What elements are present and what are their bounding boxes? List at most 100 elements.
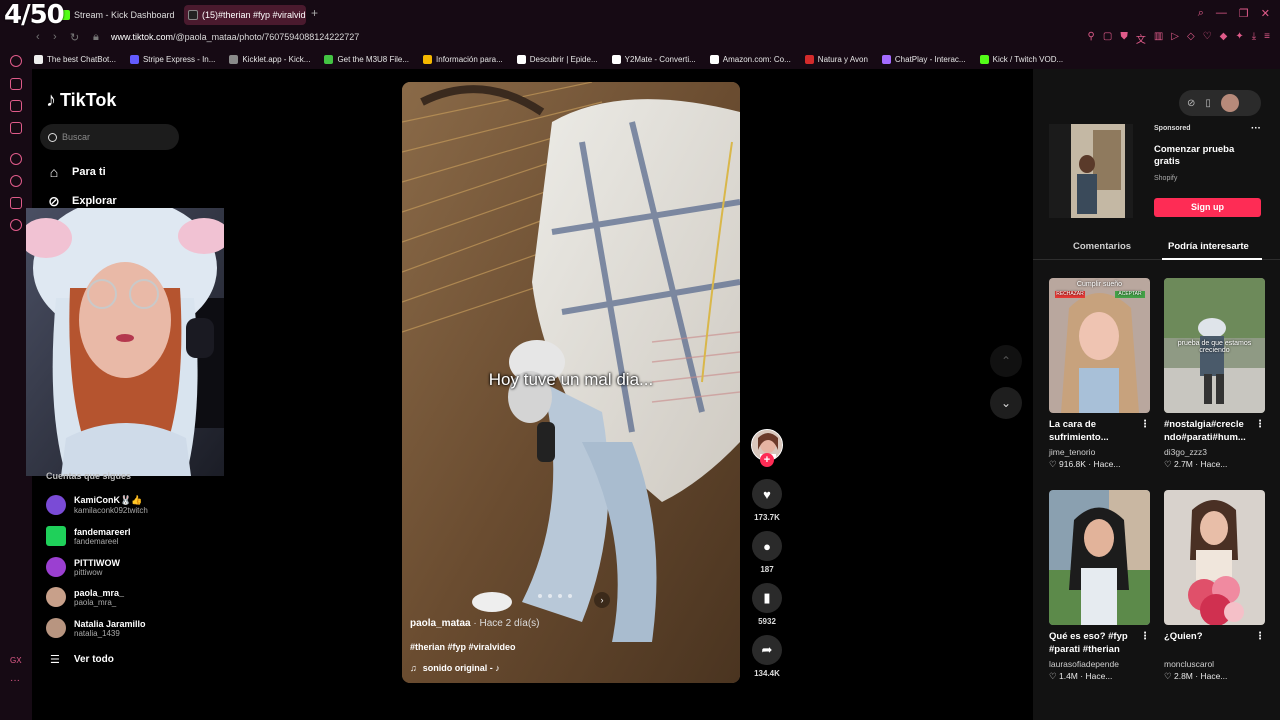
following-item[interactable]: paola_mra_ paola_mra_: [46, 587, 124, 607]
card-thumbnail[interactable]: Cumplir sueño RECHAZAR ACEPTAR: [1049, 278, 1150, 413]
bookmark-favicon-icon: [709, 54, 719, 64]
following-item[interactable]: PITTIWOW pittiwow: [46, 557, 120, 577]
sidebar-history-icon[interactable]: [10, 175, 22, 187]
menu-icon[interactable]: ≡: [1264, 31, 1270, 46]
card-thumbnail[interactable]: prueba de que estamos creciendo: [1164, 278, 1265, 413]
reload-icon[interactable]: ↻: [70, 31, 79, 44]
url-field[interactable]: www.tiktok.com/@paola_mataa/photo/760759…: [111, 32, 359, 42]
bookmark-item[interactable]: Kick / Twitch VOD...: [979, 54, 1063, 64]
recommended-video-card[interactable]: Cumplir sueño RECHAZAR ACEPTAR La cara d…: [1049, 278, 1150, 470]
video-player[interactable]: Hoy tuve un mal dia... › paola_mataa · H…: [402, 82, 740, 683]
save-icon[interactable]: ▥: [1154, 31, 1163, 46]
recommended-video-card[interactable]: ¿Quien? ⋮ moncluscarol ♡ 2.8M · Hace...: [1164, 490, 1265, 682]
forward-icon[interactable]: ›: [53, 31, 57, 43]
webcam-overlay: [26, 208, 224, 476]
video-hashtags[interactable]: #therian #fyp #viralvideo: [410, 642, 516, 652]
card-more-icon[interactable]: ⋮: [1140, 419, 1150, 430]
tab-tiktok[interactable]: (15)#therian #fyp #viralvid: [184, 5, 306, 25]
tiktok-logo[interactable]: ♪ TikTok: [46, 89, 116, 112]
see-all-button[interactable]: ☰ Ver todo: [50, 653, 114, 666]
bookmark-item[interactable]: Descubrir | Epide...: [516, 54, 598, 64]
bookmark-item[interactable]: Información para...: [423, 54, 503, 64]
minimize-icon[interactable]: —: [1216, 7, 1227, 20]
bookmark-favicon-icon: [423, 54, 433, 64]
snapshot-icon[interactable]: ▢: [1103, 31, 1112, 46]
card-thumbnail[interactable]: [1049, 490, 1150, 625]
shield-icon[interactable]: ⛊: [1120, 31, 1128, 46]
new-tab-button[interactable]: +: [311, 6, 318, 20]
compass-icon[interactable]: ⊘: [1187, 98, 1195, 109]
like-button[interactable]: ♥: [752, 479, 782, 509]
heart-icon[interactable]: ♡: [1203, 31, 1212, 46]
share-button[interactable]: ➦: [752, 635, 782, 665]
stream-counter-overlay: 4/50: [4, 0, 65, 30]
recommended-video-card[interactable]: Qué es eso? #fyp #parati #therian ⋮ laur…: [1049, 490, 1150, 682]
carousel-next-button[interactable]: ›: [594, 592, 610, 608]
following-item[interactable]: Natalia Jaramillo natalia_1439: [46, 618, 146, 638]
sidebar-player-icon[interactable]: [10, 153, 22, 165]
ad-more-icon[interactable]: ···: [1251, 123, 1261, 134]
card-author[interactable]: moncluscarol: [1164, 659, 1265, 669]
profile-avatar[interactable]: [1220, 94, 1239, 112]
card-author[interactable]: di3go_zzz3: [1164, 447, 1265, 457]
nav-para-ti[interactable]: ⌂ Para ti: [46, 164, 106, 180]
following-item[interactable]: KamiConK🐰👍 kamilaconk092twitch: [46, 495, 148, 515]
search-input[interactable]: Buscar: [40, 124, 179, 150]
sidebar-extensions-icon[interactable]: [10, 197, 22, 209]
ad-signup-button[interactable]: Sign up: [1154, 198, 1261, 217]
nav-explorar[interactable]: ⊘ Explorar: [46, 193, 117, 209]
bookmark-icon[interactable]: ◇: [1187, 31, 1195, 46]
card-author[interactable]: laurasofiadepende: [1049, 659, 1150, 669]
sidebar-messenger-icon[interactable]: [10, 122, 22, 134]
bookmark-item[interactable]: Stripe Express - In...: [129, 54, 215, 64]
close-icon[interactable]: ✕: [1261, 7, 1270, 20]
download-icon[interactable]: ⤓: [1252, 31, 1256, 46]
tab-maybe-interested[interactable]: Podría interesarte: [1168, 241, 1249, 252]
extension-icon[interactable]: ◆: [1220, 31, 1228, 46]
search-tabs-icon[interactable]: ⌕: [1198, 7, 1204, 20]
card-author[interactable]: jime_tenorio: [1049, 447, 1150, 457]
device-icon[interactable]: ▯: [1205, 98, 1211, 109]
author-name[interactable]: paola_mataa: [410, 618, 471, 629]
pin-icon[interactable]: ⚲: [1088, 31, 1095, 46]
bookmark-item[interactable]: The best ChatBot...: [34, 54, 116, 64]
previous-video-button[interactable]: ⌃: [990, 345, 1022, 377]
sidebar-settings-icon[interactable]: [10, 219, 22, 231]
card-thumbnail[interactable]: [1164, 490, 1265, 625]
sidebar-music-icon[interactable]: [10, 100, 22, 112]
follow-plus-button[interactable]: +: [760, 453, 774, 467]
tab-kick-dashboard[interactable]: Stream - Kick Dashboard: [56, 5, 180, 25]
translate-icon[interactable]: 文: [1136, 31, 1146, 46]
tab-comments[interactable]: Comentarios: [1073, 241, 1131, 252]
bookmark-item[interactable]: Get the M3U8 File...: [324, 54, 409, 64]
bookmark-item[interactable]: Y2Mate - Converti...: [611, 54, 696, 64]
carousel-dots[interactable]: [538, 594, 572, 598]
search-icon: [48, 132, 57, 142]
comment-button[interactable]: ●: [752, 531, 782, 561]
save-button[interactable]: ▮: [752, 583, 782, 613]
play-icon[interactable]: ▷: [1171, 31, 1179, 46]
bookmark-item[interactable]: Kicklet.app - Kick...: [229, 54, 310, 64]
following-handle: kamilaconk092twitch: [74, 506, 148, 515]
bookmark-item[interactable]: ChatPlay - Interac...: [881, 54, 966, 64]
following-item[interactable]: fandemareerl fandemareel: [46, 526, 131, 546]
back-icon[interactable]: ‹: [36, 31, 40, 43]
video-sound[interactable]: ♫ sonido original - ♪: [410, 663, 500, 673]
card-more-icon[interactable]: ⋮: [1255, 631, 1265, 642]
ad-thumbnail[interactable]: [1049, 124, 1133, 218]
bookmark-item[interactable]: Natura y Avon: [804, 54, 868, 64]
next-video-button[interactable]: ⌄: [990, 387, 1022, 419]
sidebar-gx-corner-icon[interactable]: [10, 55, 22, 67]
bookmark-item[interactable]: Amazon.com: Co...: [709, 54, 791, 64]
sidebar-twitch-icon[interactable]: [10, 78, 22, 90]
sidebar-more-icon[interactable]: ···: [10, 675, 20, 686]
ad-title[interactable]: Comenzar prueba gratis: [1154, 144, 1254, 168]
card-more-icon[interactable]: ⋮: [1140, 631, 1150, 642]
maximize-icon[interactable]: ❐: [1239, 7, 1249, 20]
tiktok-page: ♪ TikTok Buscar ⌂ Para ti ⊘ Explorar Cue…: [26, 69, 1280, 720]
video-author[interactable]: paola_mataa · Hace 2 día(s): [410, 618, 540, 629]
recommended-video-card[interactable]: prueba de que estamos creciendo #nostalg…: [1164, 278, 1265, 470]
puzzle-icon[interactable]: ✦: [1235, 31, 1243, 46]
following-handle: fandemareel: [74, 536, 119, 546]
card-more-icon[interactable]: ⋮: [1255, 419, 1265, 430]
